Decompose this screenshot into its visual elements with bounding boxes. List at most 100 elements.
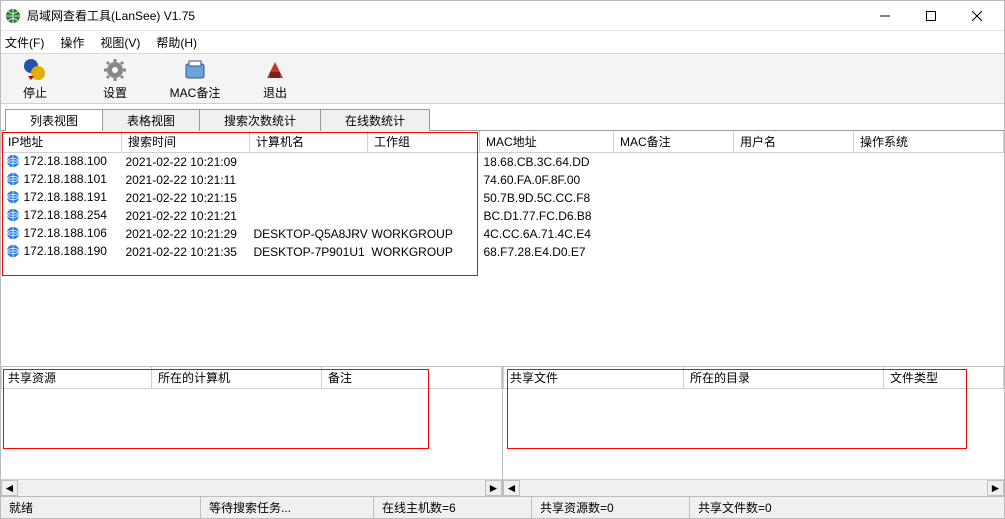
tab-search[interactable]: 搜索次数统计	[199, 109, 321, 131]
window-title: 局域网查看工具(LanSee) V1.75	[27, 7, 862, 24]
cell-group	[368, 207, 480, 225]
cell-host	[250, 171, 368, 189]
menu-file[interactable]: 文件(F)	[5, 34, 44, 51]
table-row[interactable]: 172.18.188.1062021-02-22 10:21:29DESKTOP…	[2, 225, 1004, 243]
share-resource-panel: 共享资源 所在的计算机 备注 ◄ ►	[1, 367, 502, 496]
br-col-type[interactable]: 文件类型	[884, 367, 1004, 389]
cell-host	[250, 207, 368, 225]
cell-macnote	[614, 189, 734, 207]
cell-macnote	[614, 207, 734, 225]
bl-col-res[interactable]: 共享资源	[2, 367, 152, 389]
share-file-list[interactable]: 共享文件 所在的目录 文件类型	[503, 367, 1004, 389]
cell-ip: 172.18.188.254	[2, 207, 122, 225]
table-row[interactable]: 172.18.188.1012021-02-22 10:21:1174.60.F…	[2, 171, 1004, 189]
share-resource-body[interactable]	[1, 389, 502, 479]
minimize-button[interactable]	[862, 1, 908, 31]
toolbar-exit-label: 退出	[263, 84, 287, 101]
cell-time: 2021-02-22 10:21:29	[122, 225, 250, 243]
exit-icon	[263, 58, 287, 82]
maximize-button[interactable]	[908, 1, 954, 31]
col-macnote[interactable]: MAC备注	[614, 131, 734, 153]
table-row[interactable]: 172.18.188.2542021-02-22 10:21:21BC.D1.7…	[2, 207, 1004, 225]
listview-wrap[interactable]: IP地址 搜索时间 计算机名 工作组 MAC地址 MAC备注 用户名 操作系统 …	[1, 131, 1004, 366]
col-group[interactable]: 工作组	[368, 131, 480, 153]
table-row[interactable]: 172.18.188.1902021-02-22 10:21:35DESKTOP…	[2, 243, 1004, 261]
host-icon	[6, 190, 24, 204]
cell-host	[250, 153, 368, 171]
col-host[interactable]: 计算机名	[250, 131, 368, 153]
toolbar-macnote-label: MAC备注	[170, 84, 221, 101]
tab-list[interactable]: 列表视图	[5, 109, 103, 131]
cell-user	[734, 207, 854, 225]
status-task: 等待搜索任务...	[201, 497, 374, 518]
scroll-left-arrow-icon[interactable]: ◄	[1, 480, 18, 496]
app-icon	[5, 8, 21, 24]
cell-time: 2021-02-22 10:21:11	[122, 171, 250, 189]
status-ready: 就绪	[1, 497, 201, 518]
cell-ip: 172.18.188.190	[2, 243, 122, 261]
scroll-left-arrow-icon[interactable]: ◄	[503, 480, 520, 496]
tab-table[interactable]: 表格视图	[102, 109, 200, 131]
col-time[interactable]: 搜索时间	[122, 131, 250, 153]
cell-ip: 172.18.188.101	[2, 171, 122, 189]
title-bar: 局域网查看工具(LanSee) V1.75	[1, 1, 1004, 31]
toolbar-exit-button[interactable]: 退出	[247, 58, 303, 101]
toolbar-macnote-button[interactable]: MAC备注	[167, 58, 223, 101]
bl-col-host[interactable]: 所在的计算机	[152, 367, 322, 389]
cell-user	[734, 225, 854, 243]
toolbar-settings-label: 设置	[103, 84, 127, 101]
cell-group	[368, 153, 480, 171]
maximize-icon	[926, 11, 936, 21]
table-row[interactable]: 172.18.188.1002021-02-22 10:21:0918.68.C…	[2, 153, 1004, 171]
col-user[interactable]: 用户名	[734, 131, 854, 153]
cell-host: DESKTOP-7P901U1	[250, 243, 368, 261]
minimize-icon	[880, 11, 890, 21]
tab-table-label: 表格视图	[127, 112, 175, 129]
cell-user	[734, 153, 854, 171]
scroll-right-arrow-icon[interactable]: ►	[987, 480, 1004, 496]
host-icon	[6, 226, 24, 240]
table-row[interactable]: 172.18.188.1912021-02-22 10:21:1550.7B.9…	[2, 189, 1004, 207]
stop-icon	[23, 58, 47, 82]
host-icon	[6, 172, 24, 186]
br-col-dir[interactable]: 所在的目录	[684, 367, 884, 389]
menu-view[interactable]: 视图(V)	[100, 34, 140, 51]
scroll-right-arrow-icon[interactable]: ►	[485, 480, 502, 496]
scroll-track[interactable]	[18, 480, 485, 496]
cell-ip: 172.18.188.106	[2, 225, 122, 243]
cell-time: 2021-02-22 10:21:21	[122, 207, 250, 225]
tab-online[interactable]: 在线数统计	[320, 109, 430, 131]
cell-time: 2021-02-22 10:21:35	[122, 243, 250, 261]
share-file-body[interactable]	[503, 389, 1004, 479]
close-button[interactable]	[954, 1, 1000, 31]
tab-list-label: 列表视图	[30, 112, 78, 129]
bl-col-note[interactable]: 备注	[322, 367, 502, 389]
col-ip[interactable]: IP地址	[2, 131, 122, 153]
main-panel: IP地址 搜索时间 计算机名 工作组 MAC地址 MAC备注 用户名 操作系统 …	[1, 131, 1004, 366]
scroll-track[interactable]	[520, 480, 987, 496]
menu-action[interactable]: 操作	[60, 34, 84, 51]
cell-time: 2021-02-22 10:21:09	[122, 153, 250, 171]
cell-ip: 172.18.188.191	[2, 189, 122, 207]
close-icon	[972, 11, 982, 21]
col-os[interactable]: 操作系统	[854, 131, 1004, 153]
cell-user	[734, 189, 854, 207]
menu-help[interactable]: 帮助(H)	[156, 34, 197, 51]
col-mac[interactable]: MAC地址	[480, 131, 614, 153]
share-resource-list[interactable]: 共享资源 所在的计算机 备注	[1, 367, 502, 389]
toolbar-settings-button[interactable]: 设置	[87, 58, 143, 101]
cell-ip: 172.18.188.100	[2, 153, 122, 171]
br-col-file[interactable]: 共享文件	[504, 367, 684, 389]
cell-user	[734, 171, 854, 189]
listview-header[interactable]: IP地址 搜索时间 计算机名 工作组 MAC地址 MAC备注 用户名 操作系统	[2, 131, 1004, 153]
tabs: 列表视图 表格视图 搜索次数统计 在线数统计	[1, 104, 1004, 131]
host-listview[interactable]: IP地址 搜索时间 计算机名 工作组 MAC地址 MAC备注 用户名 操作系统 …	[1, 131, 1004, 261]
hscrollbar-left[interactable]: ◄ ►	[1, 479, 502, 496]
cell-mac: 4C.CC.6A.71.4C.E4	[480, 225, 614, 243]
cell-os	[854, 243, 1004, 261]
cell-group: WORKGROUP	[368, 243, 480, 261]
hscrollbar-right[interactable]: ◄ ►	[503, 479, 1004, 496]
cell-os	[854, 225, 1004, 243]
cell-user	[734, 243, 854, 261]
toolbar-stop-button[interactable]: 停止	[7, 58, 63, 101]
